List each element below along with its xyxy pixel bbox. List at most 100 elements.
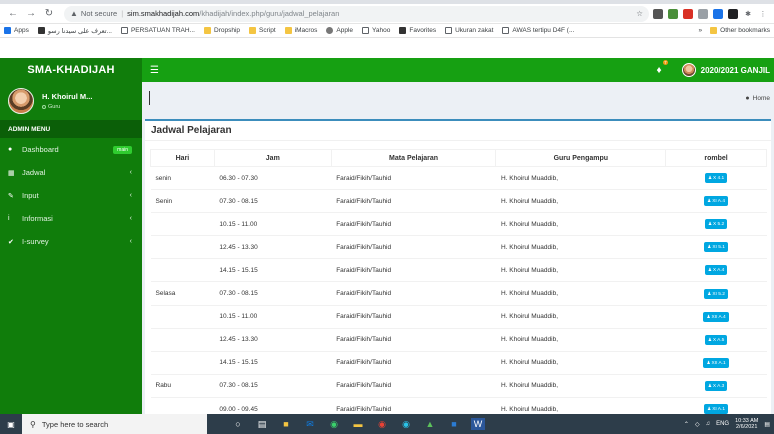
notification-bell[interactable]: ♦ 7 [657, 59, 668, 76]
cell-jam: 10.15 - 11.00 [214, 212, 332, 236]
cell-hari: Rabu [150, 373, 215, 398]
other-bookmarks-folder[interactable]: Other bookmarks [710, 27, 770, 34]
network-app-icon[interactable]: ▲ [423, 418, 437, 430]
app-logo[interactable]: SMA-KHADIJAH [0, 58, 142, 82]
text-cursor [149, 91, 150, 105]
more-bookmarks-button[interactable]: » [699, 27, 703, 34]
bookmark-item[interactable]: Ukuran zakat [445, 27, 493, 34]
rombel-badge[interactable]: ♟X 4.1 [704, 173, 728, 184]
users-icon: ♟ [707, 221, 712, 227]
extension-icon[interactable] [728, 8, 738, 19]
clock-date: 2/6/2021 [735, 424, 758, 430]
rombel-badge[interactable]: ♟X A.5 [704, 334, 728, 345]
cell-jam: 07.30 - 08.15 [214, 189, 332, 213]
app-icon[interactable]: ◉ [327, 418, 341, 430]
taskbar-search[interactable]: ⚲ Type here to search [22, 414, 207, 434]
table-row: 10.15 - 11.00 Faraid/Fikih/Tauhid H. Khoir… [150, 212, 767, 236]
bookmark-item[interactable]: Favorites [399, 27, 436, 34]
extension-icons: ✱ ⋮ [653, 8, 768, 19]
cell-rombel: ♟XI A.1 [665, 396, 767, 414]
breadcrumb[interactable]: ● Home [745, 95, 770, 102]
rombel-badge[interactable]: ♟XI 5.2 [704, 288, 728, 299]
store-icon[interactable]: ■ [279, 418, 293, 430]
cell-guru: H. Khoirul Muaddib, [495, 281, 666, 306]
cell-rombel: ♟XI 5.1 [665, 235, 767, 259]
chrome-icon[interactable]: ◉ [375, 418, 389, 430]
table-row: Rabu 07.30 - 08.15 Faraid/Fikih/Tauhid H. K… [150, 373, 767, 398]
sidebar-item-dashboard[interactable]: ● Dashboard main [0, 138, 142, 161]
puzzle-icon[interactable]: ✱ [743, 9, 753, 19]
cell-guru: H. Khoirul Muaddib, [495, 304, 666, 329]
rombel-label: XI 5.1 [712, 245, 725, 251]
rombel-badge[interactable]: ♟X A.4 [704, 265, 728, 276]
chevron-up-icon[interactable]: ⌃ [684, 421, 689, 428]
forward-icon[interactable]: → [24, 7, 38, 21]
mail-icon[interactable]: ✉ [303, 418, 317, 430]
cortana-icon[interactable]: ○ [231, 418, 245, 430]
chevron-left-icon: ‹ [129, 169, 132, 176]
address-bar[interactable]: ▲ Not secure | sim.smakhadijah.com /khad… [64, 5, 649, 22]
extension-icon[interactable] [683, 8, 693, 19]
sidebar-item-informasi[interactable]: i Informasi ‹ [0, 207, 142, 230]
extension-icon[interactable] [713, 8, 723, 19]
extension-icon[interactable] [653, 8, 663, 19]
user-role: Guru [42, 104, 92, 110]
user-avatar [8, 88, 34, 114]
status-dot-icon [42, 105, 46, 109]
edge-icon[interactable]: ◉ [399, 418, 413, 430]
bookmark-item[interactable]: Yahoo [362, 27, 390, 34]
bookmark-folder[interactable]: Dropship [204, 27, 240, 34]
dashboard-icon: ● [745, 94, 750, 102]
bookmark-apps[interactable]: Apps [4, 27, 29, 34]
bookmark-item[interactable]: AWAS tertipu D4F (... [502, 27, 574, 34]
sidebar-toggle-icon[interactable]: ☰ [150, 65, 159, 76]
cell-rombel: ♟XII A.4 [665, 304, 767, 329]
search-icon: ⚲ [30, 419, 36, 429]
extension-icon[interactable] [698, 8, 708, 19]
task-view-icon[interactable]: ▤ [255, 418, 269, 430]
file-explorer-icon[interactable]: ▬ [351, 418, 365, 430]
bookmark-item[interactable]: Apple [326, 27, 353, 34]
sidebar-item-isurvey[interactable]: ✔ I-survey ‹ [0, 230, 142, 253]
rombel-badge[interactable]: ♟XII A.1 [703, 357, 729, 368]
clock[interactable]: 10:33 AM 2/6/2021 [735, 418, 758, 431]
star-icon[interactable]: ☆ [636, 9, 643, 18]
cell-jam: 10.15 - 11.00 [214, 304, 332, 329]
users-icon: ♟ [707, 382, 712, 388]
network-icon[interactable]: ◇ [695, 421, 700, 428]
reload-icon[interactable]: ↻ [42, 7, 56, 21]
bookmarks-bar: Apps تعرف على سيدنا رسو... PERSATUAN TRA… [0, 24, 774, 38]
sidebar-item-input[interactable]: ✎ Input ‹ [0, 184, 142, 207]
volume-icon[interactable]: ♫ [706, 421, 711, 427]
notification-center-icon[interactable]: ▤ [764, 421, 770, 428]
rombel-badge[interactable]: ♟XI 5.1 [704, 242, 728, 253]
menu-dots-icon[interactable]: ⋮ [758, 9, 768, 19]
rombel-badge[interactable]: ♟XII A.4 [703, 311, 729, 322]
user-menu[interactable]: 2020/2021 GANJIL [681, 63, 770, 77]
bookmark-item[interactable]: PERSATUAN TRAH... [120, 27, 195, 34]
cell-rombel: ♟XI 5.2 [665, 281, 767, 306]
windows-start-icon[interactable]: ▣ [0, 420, 22, 429]
rombel-badge[interactable]: ♟XI A.1 [704, 404, 728, 414]
table-header-row: Hari Jam Mata Pelajaran Guru Pengampu ro… [150, 149, 767, 167]
table-row: 10.15 - 11.00 Faraid/Fikih/Tauhid H. Khoir… [150, 304, 767, 329]
rombel-badge[interactable]: ♟XI A.4 [704, 196, 728, 207]
bookmark-folder[interactable]: Script [249, 27, 276, 34]
bookmark-item[interactable]: تعرف على سيدنا رسو... [37, 27, 112, 35]
cell-guru: H. Khoirul Muaddib, [495, 373, 666, 398]
bookmark-folder[interactable]: iMacros [284, 27, 317, 34]
cell-mapel: Faraid/Fikih/Tauhid [331, 304, 496, 329]
word-icon[interactable]: W [471, 418, 485, 430]
page-icon [399, 27, 407, 34]
column-header-hari: Hari [150, 149, 215, 167]
rombel-badge[interactable]: ♟X 5.2 [704, 219, 728, 230]
sidebar-item-jadwal[interactable]: ▦ Jadwal ‹ [0, 161, 142, 184]
rombel-badge[interactable]: ♟X A.3 [704, 380, 728, 391]
user-panel: H. Khoirul M... Guru [0, 82, 142, 120]
language-indicator[interactable]: ENG [716, 421, 729, 427]
extension-icon[interactable] [668, 8, 678, 19]
chevron-left-icon: ‹ [129, 215, 132, 222]
back-icon[interactable]: ← [6, 7, 20, 21]
photos-icon[interactable]: ■ [447, 418, 461, 430]
users-icon: ♟ [707, 406, 712, 412]
